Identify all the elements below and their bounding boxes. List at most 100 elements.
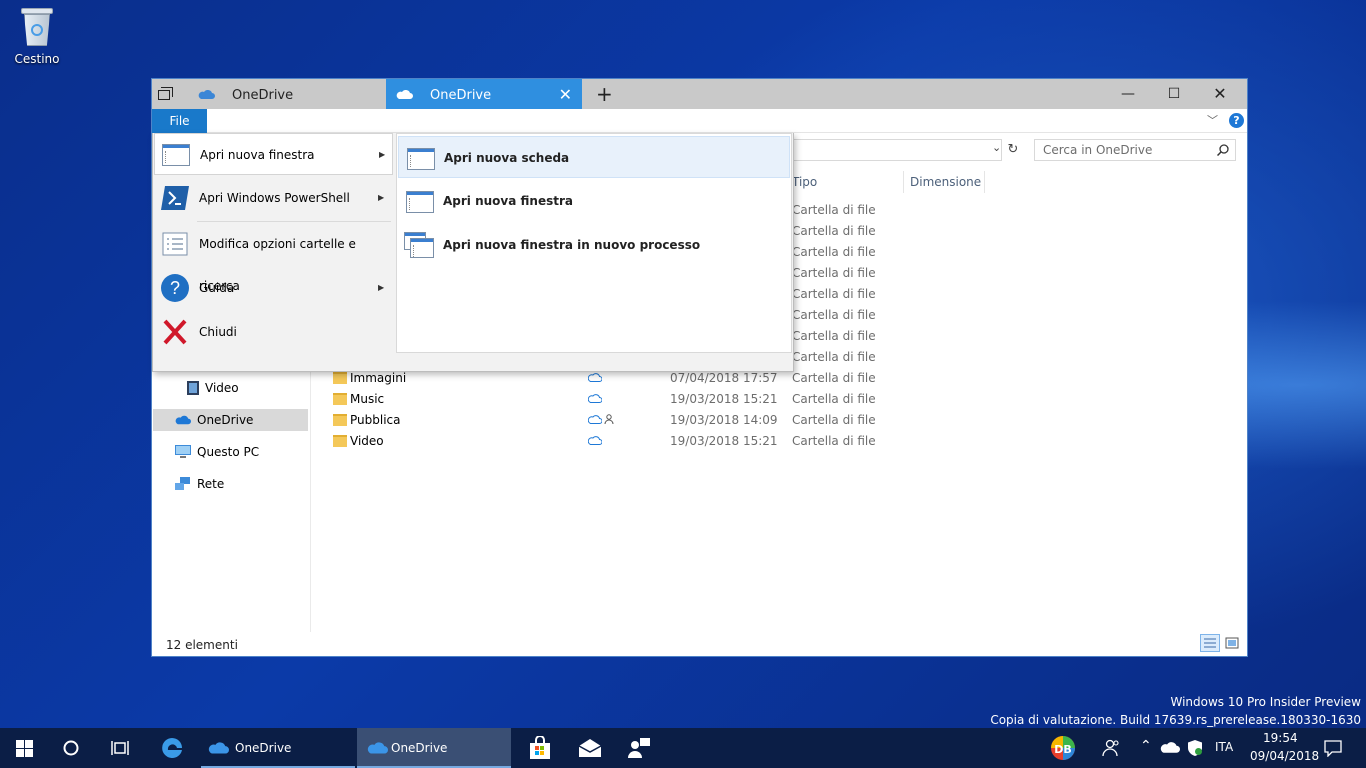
- title-bar: OneDrive OneDrive ✕ + — ☐ ✕: [152, 79, 1247, 109]
- language-indicator[interactable]: ITA: [1215, 740, 1233, 754]
- submenu-arrow-icon: ▶: [378, 193, 385, 202]
- search-icon: [1217, 144, 1229, 156]
- menu-item-close[interactable]: Chiudi: [154, 311, 393, 353]
- cloud-icon: [198, 90, 215, 99]
- folder-icon: [333, 372, 347, 384]
- dbox-app-icon[interactable]: DB: [1049, 735, 1077, 761]
- video-folder-icon: [187, 381, 199, 395]
- cloud-status-icon: [588, 373, 602, 382]
- minimize-button[interactable]: —: [1105, 79, 1151, 109]
- file-date: 19/03/2018 14:09: [670, 413, 778, 427]
- tab-onedrive-1[interactable]: OneDrive: [188, 79, 386, 109]
- ribbon-tabs: ﹀ ?: [152, 109, 1247, 133]
- file-type: Cartella di file: [792, 392, 876, 406]
- file-type: Cartella di file: [792, 371, 876, 385]
- recycle-bin[interactable]: Cestino: [10, 8, 64, 66]
- tab-onedrive-2[interactable]: OneDrive ✕: [386, 79, 582, 109]
- action-center-icon[interactable]: [1324, 740, 1342, 757]
- details-view-icon[interactable]: [1200, 634, 1220, 652]
- clock-date: 09/04/2018: [1250, 749, 1320, 763]
- search-input[interactable]: Cerca in OneDrive: [1034, 139, 1236, 161]
- options-icon: [162, 232, 188, 256]
- sets-icon[interactable]: [158, 87, 174, 101]
- close-window-button[interactable]: ✕: [1197, 79, 1243, 109]
- tab-label: OneDrive: [430, 88, 492, 103]
- recycle-bin-label: Cestino: [14, 52, 60, 66]
- column-type[interactable]: Tipo: [792, 171, 817, 193]
- file-submenu: Apri nuova scheda Apri nuova finestra Ap…: [396, 133, 792, 353]
- edge-icon[interactable]: [161, 737, 183, 759]
- submenu-arrow-icon: ▶: [379, 150, 386, 159]
- nav-item-onedrive[interactable]: OneDrive: [153, 409, 308, 431]
- nav-item-video[interactable]: Video: [153, 377, 308, 399]
- store-icon[interactable]: [528, 736, 552, 760]
- column-size[interactable]: Dimensione: [910, 171, 981, 193]
- close-icon: [163, 319, 187, 345]
- menu-separator: [197, 221, 391, 222]
- maximize-button[interactable]: ☐: [1151, 79, 1197, 109]
- people-app-icon[interactable]: [628, 736, 652, 760]
- nav-label: Questo PC: [197, 445, 260, 459]
- window-icon: [162, 144, 190, 166]
- onedrive-tray-icon[interactable]: [1160, 741, 1180, 754]
- file-tab[interactable]: File: [152, 109, 207, 133]
- start-windows-icon[interactable]: [16, 740, 33, 757]
- nav-item-network[interactable]: Rete: [153, 473, 308, 495]
- computer-icon: [175, 445, 191, 458]
- file-menu-left: Apri nuova finestra ▶ Apri Windows Power…: [153, 133, 394, 371]
- menu-item-label: Apri Windows PowerShell: [199, 191, 350, 205]
- expand-ribbon-icon[interactable]: ﹀: [1207, 112, 1218, 128]
- cloud-icon: [367, 742, 388, 754]
- column-divider[interactable]: [903, 171, 904, 193]
- menu-item-help[interactable]: ? Guida ▶: [154, 267, 393, 309]
- submenu-item-new-window-new-process[interactable]: Apri nuova finestra in nuovo processo: [398, 224, 790, 266]
- chevron-down-icon[interactable]: ⌄: [992, 141, 1001, 154]
- submenu-item-label: Apri nuova finestra: [443, 194, 573, 208]
- taskbar-app-onedrive-2[interactable]: OneDrive: [357, 728, 511, 768]
- taskbar-app-label: OneDrive: [235, 741, 292, 755]
- task-view-icon[interactable]: [111, 740, 129, 756]
- submenu-item-new-window[interactable]: Apri nuova finestra: [398, 180, 790, 222]
- nav-pane-divider[interactable]: [310, 349, 311, 632]
- large-icons-view-icon[interactable]: [1222, 634, 1242, 652]
- folder-icon: [333, 414, 347, 426]
- address-bar[interactable]: [792, 139, 1002, 161]
- tab-close-icon[interactable]: ✕: [559, 79, 572, 110]
- nav-label: OneDrive: [197, 413, 254, 427]
- menu-item-open-new-window[interactable]: Apri nuova finestra ▶: [154, 133, 393, 175]
- defender-shield-icon[interactable]: [1187, 739, 1203, 757]
- menu-item-label: Chiudi: [199, 325, 237, 339]
- file-name: Immagini: [350, 371, 407, 385]
- refresh-icon[interactable]: ↻: [1004, 139, 1022, 161]
- build-watermark: Windows 10 Pro Insider Preview Copia di …: [990, 693, 1361, 729]
- submenu-arrow-icon: ▶: [378, 283, 385, 292]
- show-hidden-icons-icon[interactable]: ⌃: [1140, 738, 1152, 754]
- submenu-item-new-tab[interactable]: Apri nuova scheda: [398, 136, 790, 178]
- mail-icon[interactable]: [578, 738, 602, 758]
- menu-item-powershell[interactable]: Apri Windows PowerShell ▶: [154, 177, 393, 219]
- cloud-icon: [175, 415, 191, 425]
- people-icon[interactable]: [1102, 739, 1120, 757]
- shared-person-icon: [604, 414, 614, 424]
- svg-text:DB: DB: [1054, 743, 1072, 756]
- taskbar: OneDrive OneDrive DB ⌃ ITA 19:54 09/04/2…: [0, 728, 1366, 768]
- network-icon: [175, 477, 190, 490]
- menu-item-folder-options[interactable]: Modifica opzioni cartelle e ricerca: [154, 223, 393, 293]
- cortana-icon[interactable]: [63, 740, 79, 756]
- svg-text:?: ?: [170, 278, 180, 298]
- row-type: Cartella di file: [792, 329, 876, 343]
- submenu-item-label: Apri nuova scheda: [444, 151, 570, 165]
- column-divider[interactable]: [984, 171, 985, 193]
- menu-item-label: Guida: [199, 281, 235, 295]
- new-tab-icon[interactable]: +: [596, 81, 613, 107]
- nav-label: Video: [205, 381, 239, 395]
- window-icon: [407, 148, 435, 170]
- taskbar-app-onedrive-1[interactable]: OneDrive: [201, 728, 355, 768]
- window-icon: [406, 191, 434, 213]
- file-date: 19/03/2018 15:21: [670, 392, 778, 406]
- submenu-item-label: Apri nuova finestra in nuovo processo: [443, 238, 701, 252]
- help-icon[interactable]: ?: [1229, 113, 1244, 128]
- file-name: Video: [350, 434, 384, 448]
- file-menu: Apri nuova finestra ▶ Apri Windows Power…: [152, 133, 794, 372]
- nav-item-this-pc[interactable]: Questo PC: [153, 441, 308, 463]
